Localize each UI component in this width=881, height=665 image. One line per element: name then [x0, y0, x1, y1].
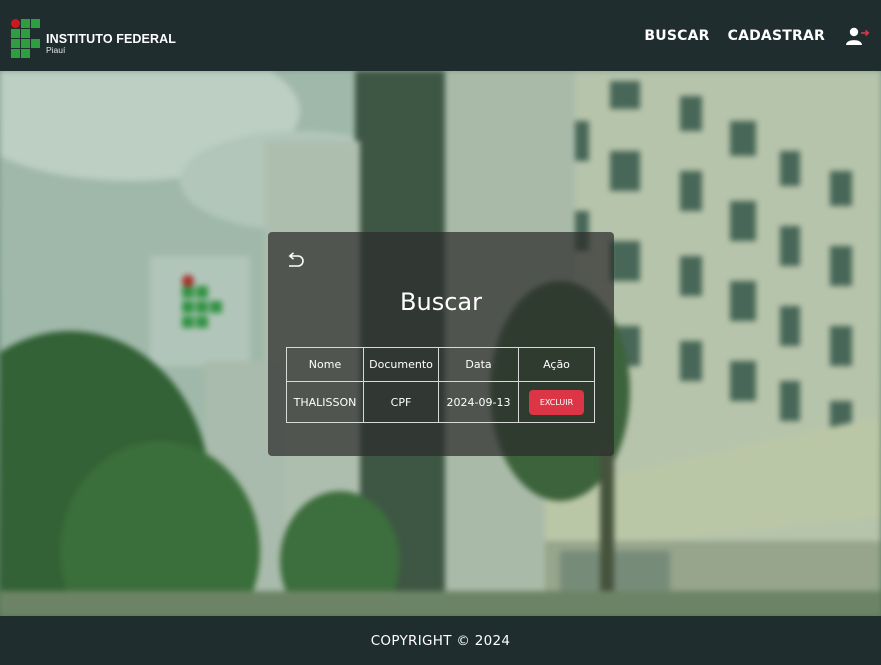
cell-data: 2024-09-13 [438, 381, 519, 423]
logo-text: INSTITUTO FEDERAL Piauí [46, 31, 176, 55]
column-header-data: Data [438, 347, 519, 382]
column-header-documento: Documento [363, 347, 439, 382]
footer: COPYRIGHT © 2024 [0, 616, 881, 665]
search-card: Buscar Nome Documento Data Ação THALISSO… [268, 232, 614, 456]
ifpi-logo[interactable]: INSTITUTO FEDERAL Piauí [11, 16, 176, 58]
column-header-nome: Nome [286, 347, 364, 382]
cell-nome: THALISSON [286, 381, 364, 423]
table-row: THALISSON CPF 2024-09-13 EXCLUIR [286, 381, 595, 423]
return-arrow-icon [288, 252, 304, 267]
back-button[interactable] [285, 252, 305, 270]
copyright-text: COPYRIGHT © 2024 [370, 632, 511, 649]
logo-subtitle: Piauí [46, 44, 66, 55]
cell-documento: CPF [363, 381, 439, 423]
page-title: Buscar [400, 288, 482, 316]
main-nav: BUSCAR CADASTRAR [626, 25, 871, 47]
nav-buscar-link[interactable]: BUSCAR [644, 28, 709, 44]
logo-title: INSTITUTO FEDERAL [46, 31, 176, 46]
logout-button[interactable] [845, 25, 871, 47]
excluir-button[interactable]: EXCLUIR [528, 389, 585, 415]
user-logout-icon [846, 27, 870, 45]
results-table: Nome Documento Data Ação THALISSON CPF 2… [286, 347, 595, 423]
cell-acao: EXCLUIR [518, 381, 595, 423]
logo-mark-icon [11, 16, 42, 58]
table-header-row: Nome Documento Data Ação [286, 347, 595, 382]
top-navbar: INSTITUTO FEDERAL Piauí BUSCAR CADASTRAR [0, 0, 881, 71]
column-header-acao: Ação [518, 347, 595, 382]
nav-cadastrar-link[interactable]: CADASTRAR [728, 28, 825, 44]
